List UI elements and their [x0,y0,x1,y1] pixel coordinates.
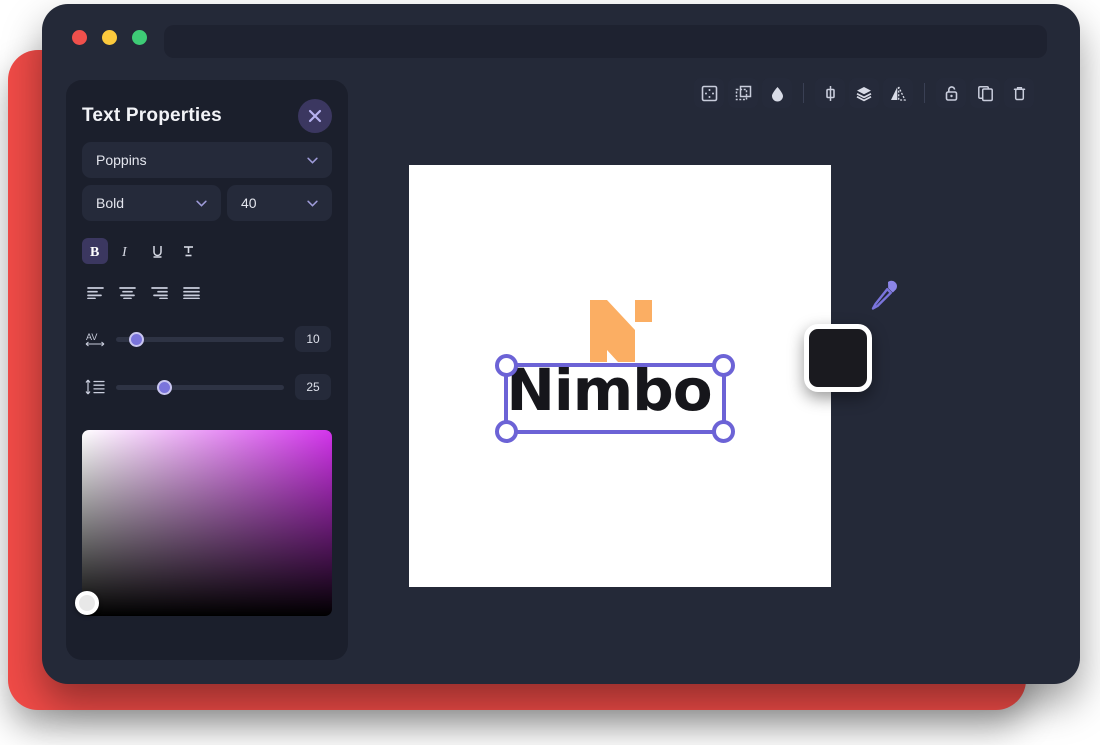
flip-horizontal-icon [891,86,907,101]
align-left-button[interactable] [82,280,108,304]
artboard-icon [701,85,717,101]
color-picker-handle[interactable] [75,590,99,615]
resize-handle-top-left[interactable] [495,354,518,377]
unlock-button[interactable] [936,78,966,108]
eyedropper-icon [871,280,897,310]
unlock-icon [945,85,957,101]
layers-icon [856,86,872,101]
copy-button[interactable] [970,78,1000,108]
design-canvas[interactable]: Nimbo [409,165,831,587]
line-height-handle[interactable] [157,379,173,395]
line-height-row: 25 [82,374,331,400]
font-size-value: 40 [241,195,257,211]
svg-text:B: B [90,245,99,259]
align-justify-icon [182,286,200,299]
flip-horizontal-button[interactable] [883,78,913,108]
chevron-down-icon [307,157,318,164]
window-minimize-light[interactable] [102,30,117,45]
bold-icon: B [90,245,99,259]
svg-text:I: I [121,245,128,259]
window-maximize-light[interactable] [132,30,147,45]
app-window: Text Properties Poppins Bold 40 B I AV 1… [42,4,1080,684]
page-title: Text Properties [82,105,222,126]
italic-icon: I [121,245,128,259]
delete-button[interactable] [1004,78,1034,108]
letter-spacing-slider[interactable] [116,331,284,347]
underline-button[interactable] [144,238,170,264]
traffic-lights [72,30,147,45]
line-height-value[interactable]: 25 [295,374,331,400]
resize-handle-bottom-right[interactable] [712,420,735,443]
copy-icon [977,85,993,101]
sampled-color-swatch [804,324,872,392]
strikethrough-icon [183,245,193,256]
font-size-select[interactable]: 40 [227,185,332,221]
italic-button[interactable]: I [113,238,139,264]
nimbo-logo-icon [590,300,652,362]
chevron-down-icon [307,200,318,207]
close-panel-button[interactable] [298,99,332,133]
letter-spacing-row: AV 10 [82,326,331,352]
letter-spacing-handle[interactable] [128,331,144,347]
font-weight-select[interactable]: Bold [82,185,221,221]
duplicate-shape-icon [735,85,751,100]
line-height-icon [82,378,108,396]
toolbar-divider [803,83,804,103]
bold-button[interactable]: B [82,238,108,264]
address-bar[interactable] [164,25,1047,58]
trash-icon [1013,86,1025,100]
align-justify-button[interactable] [178,280,204,304]
eyedropper-cursor [867,279,901,320]
selection-box[interactable] [495,354,735,443]
window-close-light[interactable] [72,30,87,45]
resize-handle-top-right[interactable] [712,354,735,377]
resize-handle-bottom-left[interactable] [495,420,518,443]
letter-spacing-icon: AV [82,330,108,348]
align-vertical-center-button[interactable] [815,78,845,108]
toolbar-divider [924,83,925,103]
text-style-buttons: B I [82,238,201,264]
font-family-value: Poppins [96,152,147,168]
panel-header: Text Properties [82,94,332,138]
color-picker-area[interactable] [75,430,332,616]
chevron-down-icon [196,200,207,207]
artboard-button[interactable] [694,78,724,108]
screenshot-stage: Text Properties Poppins Bold 40 B I AV 1… [0,0,1100,745]
svg-text:AV: AV [86,332,97,342]
align-center-icon [118,286,136,299]
close-icon [308,109,322,123]
align-center-button[interactable] [114,280,140,304]
text-properties-panel: Text Properties Poppins Bold 40 B I AV 1… [66,80,348,660]
align-right-button[interactable] [146,280,172,304]
duplicate-shape-button[interactable] [728,78,758,108]
line-height-slider[interactable] [116,379,284,395]
font-weight-value: Bold [96,195,125,211]
window-titlebar [42,4,1080,70]
underline-icon [152,245,162,258]
letter-spacing-value[interactable]: 10 [295,326,331,352]
align-vertical-center-icon [825,85,835,101]
layers-button[interactable] [849,78,879,108]
strikethrough-button[interactable] [175,238,201,264]
font-family-select[interactable]: Poppins [82,142,332,178]
text-align-buttons [82,280,204,304]
canvas-toolbar [694,78,1034,108]
align-right-icon [150,286,168,299]
opacity-button[interactable] [762,78,792,108]
align-left-icon [86,286,104,299]
opacity-droplet-icon [771,86,783,101]
